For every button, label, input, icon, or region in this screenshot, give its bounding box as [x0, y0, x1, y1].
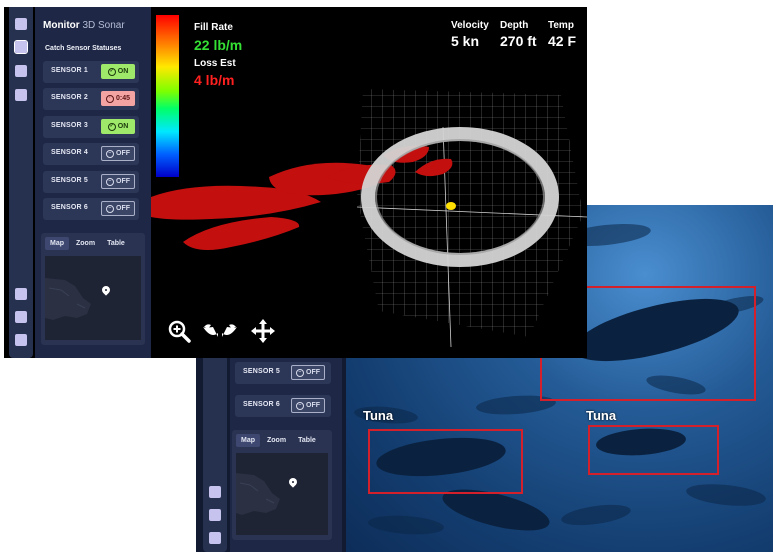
rail-button[interactable] [15, 65, 27, 77]
tab-zoom[interactable]: Zoom [262, 434, 291, 447]
rail-button[interactable] [209, 486, 221, 498]
rail-button[interactable] [209, 509, 221, 521]
map-card: Map Zoom Table [232, 430, 332, 540]
detection-box[interactable] [368, 429, 523, 494]
depth-value: 270 ft [500, 33, 537, 49]
velocity-value: 5 kn [451, 33, 480, 49]
sensor-status-badge[interactable]: − OFF [101, 201, 135, 216]
sensor-row-4[interactable]: SENSOR 4 − OFF [43, 143, 139, 165]
sensor-label: SENSOR 6 [243, 401, 280, 408]
depth-label: Depth [500, 20, 529, 31]
minus-circle-icon: − [296, 401, 304, 410]
sensor-status-badge[interactable]: − OFF [101, 146, 135, 161]
map-card: Map Zoom Table [41, 233, 145, 345]
rail-button[interactable] [15, 18, 27, 30]
tab-map[interactable]: Map [236, 434, 260, 447]
check-circle-icon: ✓ [107, 122, 116, 131]
sensor-status-badge[interactable]: · 0:45 [101, 91, 135, 106]
sensor-status-badge[interactable]: − OFF [291, 365, 325, 380]
sensor-row-5[interactable]: SENSOR 5 − OFF [235, 362, 331, 384]
sensor-row-6[interactable]: SENSOR 6 − OFF [235, 395, 331, 417]
rail-button[interactable] [15, 311, 27, 323]
sensor-label: SENSOR 5 [51, 177, 88, 184]
map-view[interactable] [45, 256, 141, 340]
magnifier-plus-icon[interactable] [167, 319, 191, 343]
sensor-status-badge[interactable]: ✓ ON [101, 64, 135, 79]
rail-button[interactable] [15, 288, 27, 300]
front-side-rail [9, 7, 33, 358]
sensor-label: SENSOR 1 [51, 67, 88, 74]
detection-label: Tuna [363, 408, 394, 423]
tab-table[interactable]: Table [293, 434, 321, 447]
rotate-arrows-icon[interactable] [201, 319, 239, 343]
rail-button[interactable] [15, 89, 27, 101]
check-circle-icon: ✓ [107, 67, 116, 76]
target-marker[interactable] [446, 202, 456, 210]
fill-rate-label: Fill Rate [194, 22, 233, 33]
map-tabs: Map Zoom Table [236, 434, 321, 447]
sensor-row-6[interactable]: SENSOR 6 − OFF [43, 198, 139, 220]
tab-map[interactable]: Map [45, 237, 69, 250]
rail-button[interactable] [209, 532, 221, 544]
minus-circle-icon: − [106, 204, 114, 213]
sensor-label: SENSOR 5 [243, 368, 280, 375]
loss-estimate-value: 4 lb/m [194, 72, 235, 88]
sensor-label: SENSOR 6 [51, 204, 88, 211]
minus-circle-icon: − [106, 149, 114, 158]
sonar-window: Monitor 3D Sonar Catch Sensor Statuses S… [4, 7, 587, 358]
clock-icon: · [105, 94, 114, 103]
sensor-label: SENSOR 2 [51, 94, 88, 101]
sonar-3d-viewport[interactable]: Fill Rate 22 lb/m Loss Est 4 lb/m Veloci… [151, 7, 587, 358]
temperature-value: 42 F [548, 33, 577, 49]
coastline-map [45, 278, 91, 320]
sensor-panel: Monitor 3D Sonar Catch Sensor Statuses S… [35, 7, 151, 358]
fill-rate-value: 22 lb/m [194, 37, 243, 53]
rail-button-selected[interactable] [14, 40, 28, 54]
sensor-status-badge[interactable]: − OFF [101, 174, 135, 189]
detection-label: Tuna [586, 408, 617, 423]
map-tabs: Map Zoom Table [45, 237, 130, 250]
map-view[interactable] [236, 453, 328, 535]
fill-rate-color-scale [156, 15, 179, 177]
sensor-row-3[interactable]: SENSOR 3 ✓ ON [43, 116, 139, 138]
detection-box[interactable] [588, 425, 719, 475]
sensor-status-badge[interactable]: ✓ ON [101, 119, 135, 134]
sensor-label: SENSOR 3 [51, 122, 88, 129]
minus-circle-icon: − [106, 177, 114, 186]
move-cross-icon[interactable] [251, 319, 275, 343]
tab-table[interactable]: Table [102, 237, 130, 250]
temperature-label: Temp [548, 20, 574, 31]
loss-estimate-label: Loss Est [194, 58, 236, 69]
sensor-row-2[interactable]: SENSOR 2 · 0:45 [43, 88, 139, 110]
rail-button[interactable] [15, 334, 27, 346]
sensor-row-1[interactable]: SENSOR 1 ✓ ON [43, 61, 139, 83]
sensor-label: SENSOR 4 [51, 149, 88, 156]
sensor-row-5[interactable]: SENSOR 5 − OFF [43, 171, 139, 193]
coastline-map [236, 473, 280, 515]
minus-circle-icon: − [296, 368, 304, 377]
tab-zoom[interactable]: Zoom [71, 237, 100, 250]
sensor-status-badge[interactable]: − OFF [291, 398, 325, 413]
app-title: Monitor 3D Sonar [43, 20, 125, 31]
velocity-label: Velocity [451, 20, 489, 31]
sensors-heading: Catch Sensor Statuses [45, 45, 122, 52]
